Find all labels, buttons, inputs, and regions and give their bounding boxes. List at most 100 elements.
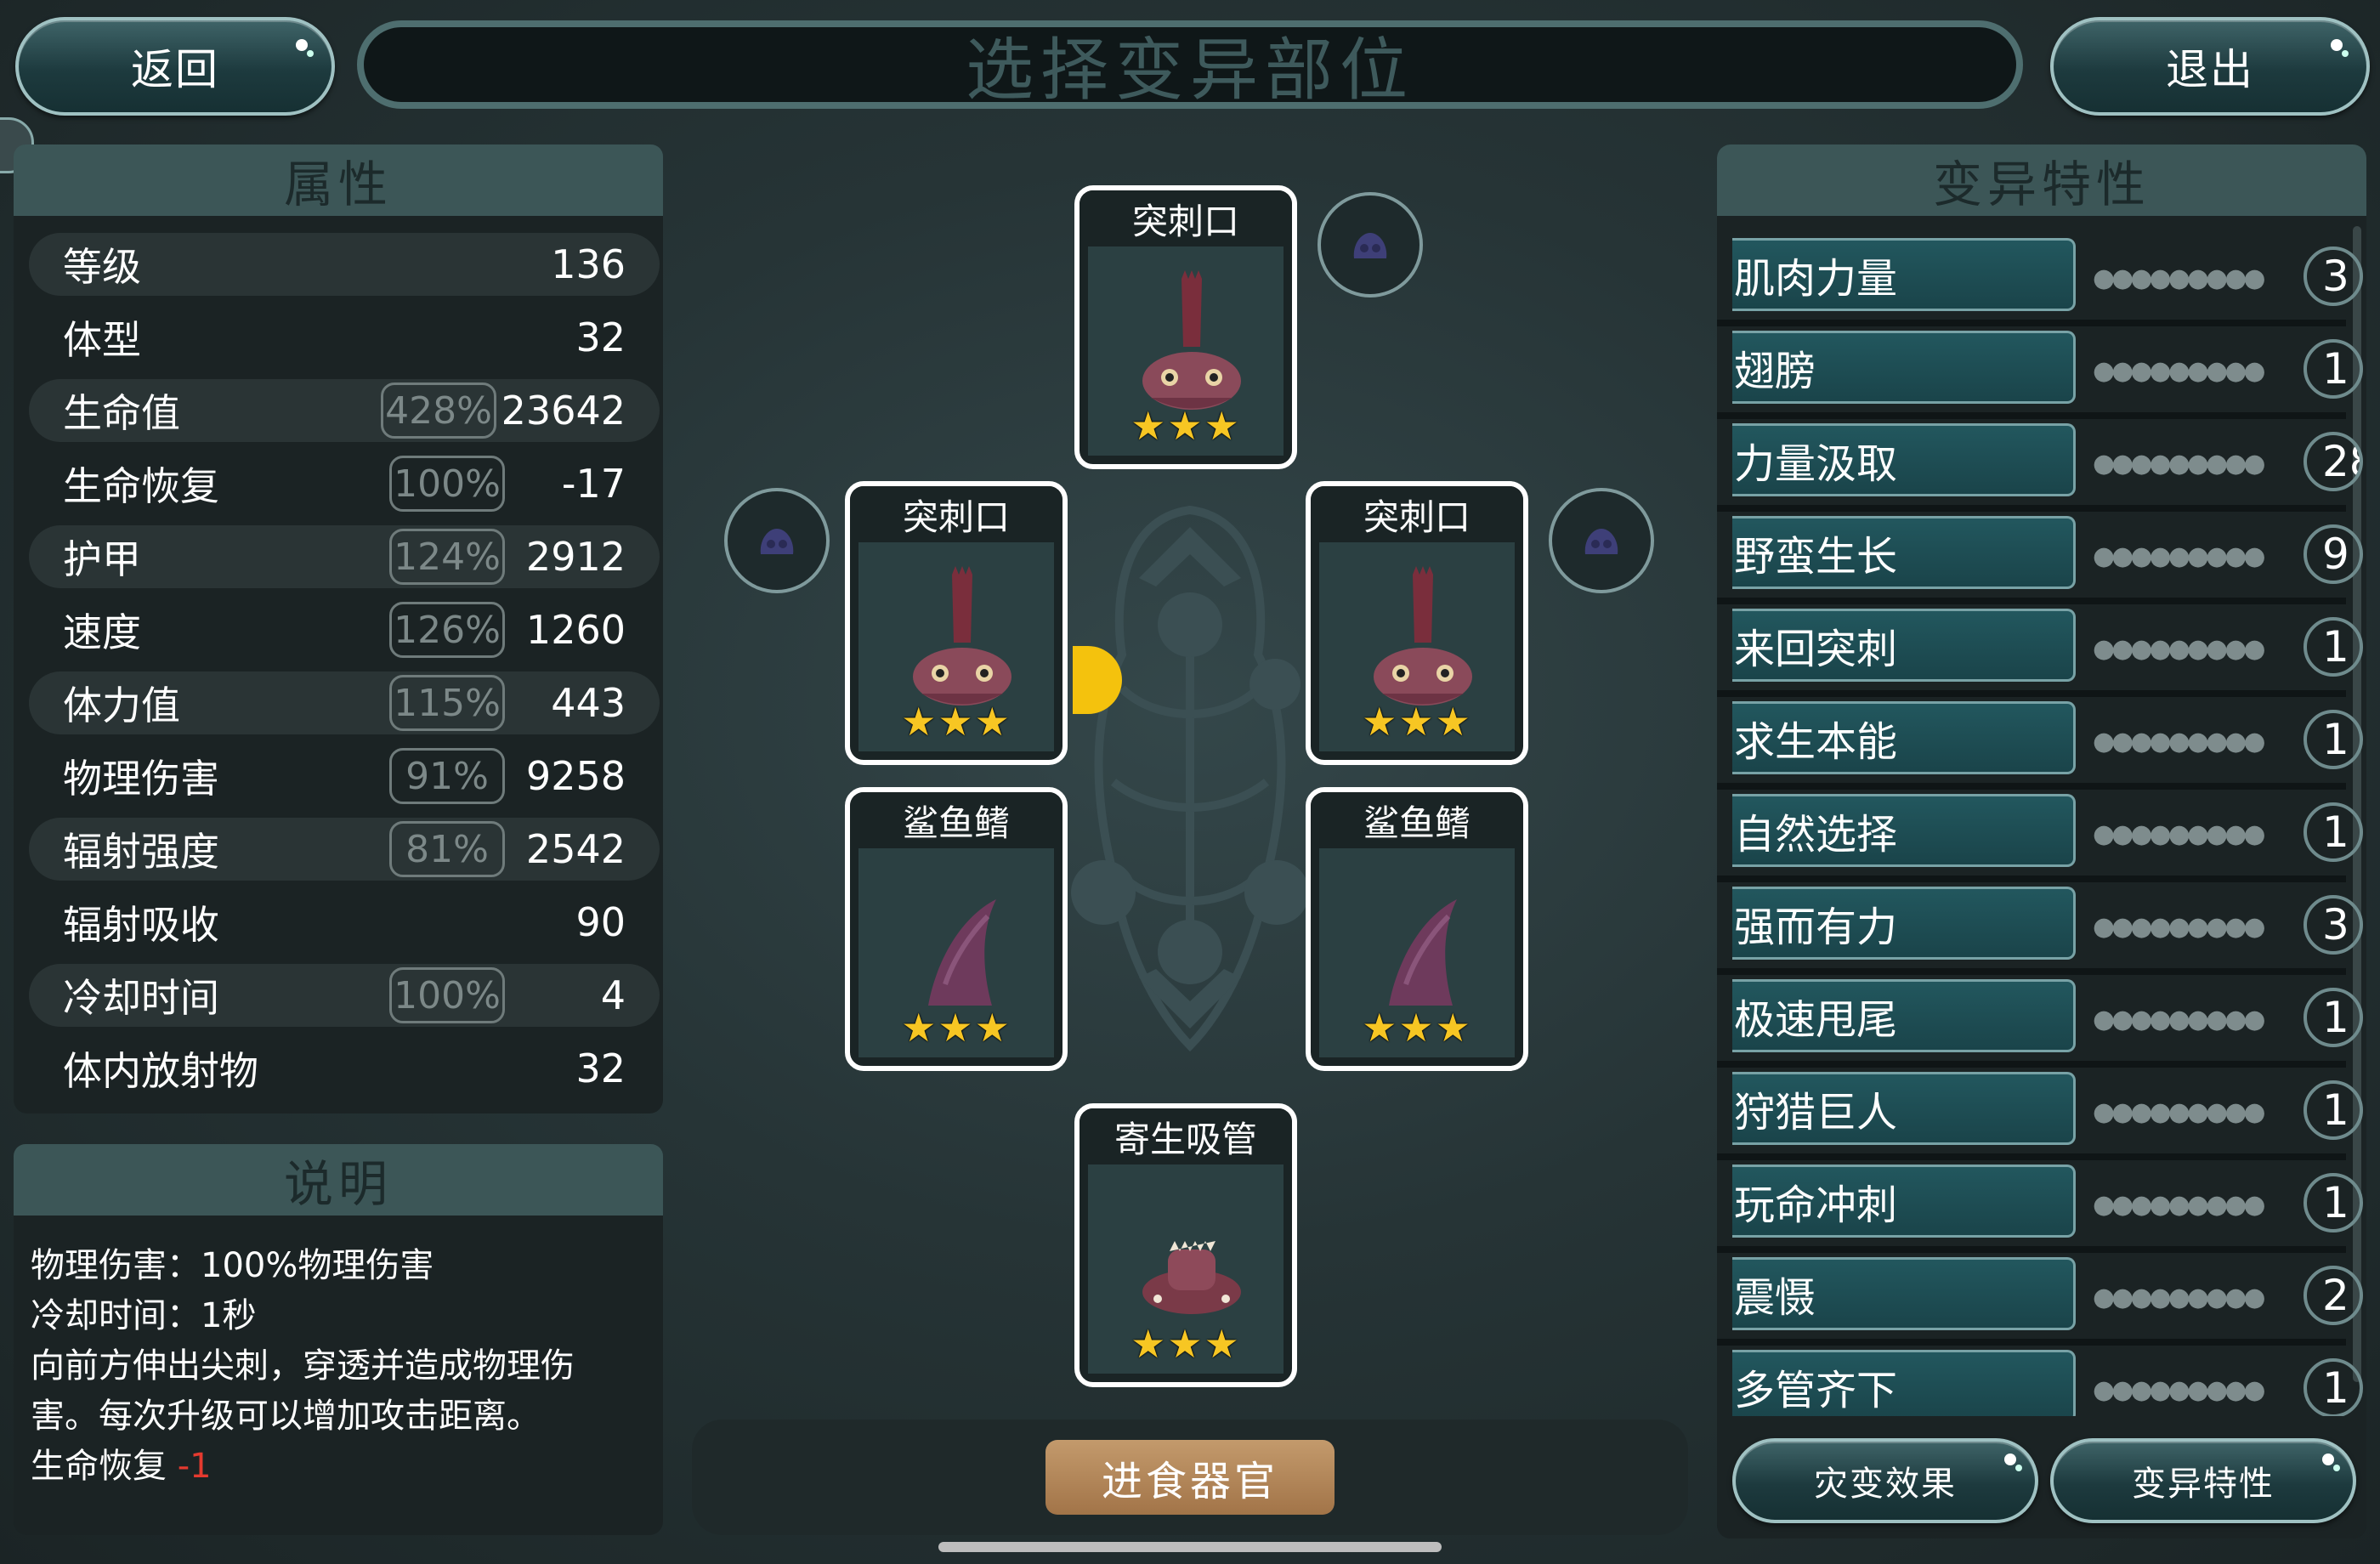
attr-value: 2542: [525, 826, 626, 872]
divider: [1717, 320, 2346, 326]
trait-name: 震慑: [1732, 1257, 2076, 1330]
trait-row[interactable]: 自然选择 ●●●●●●●●● 1: [1732, 794, 2363, 872]
slot-blob-icon: [760, 529, 794, 554]
trait-row[interactable]: 狩猎巨人 ●●●●●●●●● 1: [1732, 1072, 2363, 1150]
traits-heading: 变异特性: [1717, 144, 2366, 216]
attr-label: 辐射吸收: [63, 902, 219, 948]
divider: [1717, 598, 2346, 604]
mutation-trait-button[interactable]: 变异特性: [2050, 1438, 2356, 1523]
empty-slot-left[interactable]: [724, 488, 830, 593]
attr-value: -17: [561, 461, 626, 507]
description-line: 害。每次升级可以增加攻击距离。: [31, 1397, 541, 1436]
trait-row[interactable]: 强而有力 ●●●●●●●●● 3: [1732, 887, 2363, 965]
part-name: 寄生吸管: [1080, 1108, 1292, 1164]
divider: [1717, 876, 2346, 882]
attr-value: 4: [600, 972, 626, 1018]
mutation-effect-button[interactable]: 灾变效果: [1732, 1438, 2038, 1523]
part-stars: ★★★: [1130, 1321, 1241, 1367]
attr-label: 速度: [63, 609, 141, 655]
trait-count: 1: [2304, 1358, 2363, 1418]
divider: [1717, 968, 2346, 975]
attr-row-level: 等级 136: [29, 233, 660, 296]
part-body: ★★★: [1319, 848, 1515, 1057]
trait-name: 翅膀: [1732, 331, 2076, 404]
attr-row-cooldown: 冷却时间 100% 4: [29, 964, 660, 1027]
attr-label: 体型: [63, 317, 141, 363]
trait-progress-dots: ●●●●●●●●●: [2093, 264, 2266, 293]
part-body: ★★★: [1088, 246, 1284, 456]
part-stars: ★★★: [901, 699, 1012, 745]
trait-row[interactable]: 震慑 ●●●●●●●●● 2: [1732, 1257, 2363, 1335]
shark-fin-icon: [1389, 899, 1457, 1006]
description-heading: 说明: [14, 1144, 663, 1216]
traits-panel: 变异特性 肌肉力量 ●●●●●●●●● 3 翅膀 ●●●●●●●●● 1 力量汲…: [1717, 144, 2366, 1538]
part-body: ★★★: [858, 542, 1054, 751]
divider: [1717, 1246, 2346, 1253]
feeding-organ-button[interactable]: 进食器官: [1046, 1440, 1334, 1515]
part-card-right[interactable]: 突刺口 ★★★: [1306, 481, 1528, 765]
exit-label: 退出: [2166, 45, 2254, 94]
attr-percent: 100%: [389, 456, 505, 512]
trait-row[interactable]: 玩命冲刺 ●●●●●●●●● 1: [1732, 1164, 2363, 1243]
part-body: ★★★: [858, 848, 1054, 1057]
trait-count: 1: [2304, 988, 2363, 1047]
trait-row[interactable]: 求生本能 ●●●●●●●●● 1: [1732, 701, 2363, 779]
empty-slot-top-right[interactable]: [1318, 192, 1423, 298]
attr-row-internal-radiation: 体内放射物 32: [29, 1037, 660, 1100]
home-indicator[interactable]: [938, 1542, 1442, 1552]
back-button[interactable]: 返回: [15, 17, 335, 116]
part-card-left[interactable]: 突刺口 ★★★: [845, 481, 1068, 765]
trait-count: 1: [2304, 1080, 2363, 1140]
part-card-top[interactable]: 突刺口 ★★★: [1074, 185, 1297, 469]
part-stars: ★★★: [1130, 403, 1241, 449]
trait-progress-dots: ●●●●●●●●●: [2093, 541, 2266, 571]
part-body: ★★★: [1088, 1164, 1284, 1374]
description-line: 物理伤害：100%物理伤害: [31, 1246, 434, 1285]
attributes-heading: 属性: [14, 144, 663, 216]
attr-row-stamina: 体力值 115% 443: [29, 672, 660, 734]
exit-button[interactable]: 退出: [2050, 17, 2370, 116]
attr-value: 2912: [525, 534, 626, 580]
part-card-fin-right[interactable]: 鲨鱼鳍 ★★★: [1306, 787, 1528, 1071]
trait-row[interactable]: 肌肉力量 ●●●●●●●●● 3: [1732, 238, 2363, 316]
part-name: 突刺口: [1080, 190, 1292, 246]
trait-row[interactable]: 极速甩尾 ●●●●●●●●● 1: [1732, 979, 2363, 1057]
attr-value: 1260: [525, 607, 626, 653]
trait-row[interactable]: 翅膀 ●●●●●●●●● 1: [1732, 331, 2363, 409]
description-line: 向前方伸出尖刺，穿透并造成物理伤: [31, 1346, 575, 1386]
attr-label: 冷却时间: [63, 975, 219, 1021]
empty-slot-right[interactable]: [1549, 488, 1654, 593]
trait-row[interactable]: 野蛮生长 ●●●●●●●●● 9: [1732, 516, 2363, 594]
spike-mouth-icon: [1374, 566, 1472, 706]
shine-icon: [2331, 39, 2343, 51]
hp-regen-negative: -1: [177, 1447, 212, 1486]
part-card-fin-left[interactable]: 鲨鱼鳍 ★★★: [845, 787, 1068, 1071]
trait-progress-dots: ●●●●●●●●●: [2093, 1190, 2266, 1220]
attr-row-radiation-strength: 辐射强度 81% 2542: [29, 818, 660, 881]
trait-count: 2: [2304, 1266, 2363, 1325]
trait-row[interactable]: 力量汲取 ●●●●●●●●● 28: [1732, 423, 2363, 502]
trait-name: 狩猎巨人: [1732, 1072, 2076, 1145]
attr-row-speed: 速度 126% 1260: [29, 598, 660, 661]
trait-progress-dots: ●●●●●●●●●: [2093, 727, 2266, 756]
trait-name: 肌肉力量: [1732, 238, 2076, 311]
shine-icon: [2322, 1454, 2334, 1465]
page-title: 选择变异部位: [357, 20, 2023, 110]
part-card-bottom[interactable]: 寄生吸管 ★★★: [1074, 1103, 1297, 1387]
trait-progress-dots: ●●●●●●●●●: [2093, 356, 2266, 386]
attr-percent: 428%: [381, 382, 496, 439]
trait-progress-dots: ●●●●●●●●●: [2093, 449, 2266, 479]
spike-mouth-icon: [913, 566, 1012, 706]
trait-name: 来回突刺: [1732, 609, 2076, 682]
trait-count: 1: [2304, 617, 2363, 677]
trait-row[interactable]: 来回突刺 ●●●●●●●●● 1: [1732, 609, 2363, 687]
divider: [1717, 1153, 2346, 1160]
shine-icon: [296, 39, 308, 51]
trait-count: 3: [2304, 246, 2363, 306]
trait-name: 多管齐下: [1732, 1350, 2076, 1423]
shark-fin-icon: [928, 899, 996, 1006]
attr-row-radiation-absorb: 辐射吸收 90: [29, 891, 660, 954]
part-name: 鲨鱼鳍: [850, 792, 1062, 848]
attr-label: 体内放射物: [63, 1048, 258, 1094]
attr-percent: 100%: [389, 967, 505, 1023]
